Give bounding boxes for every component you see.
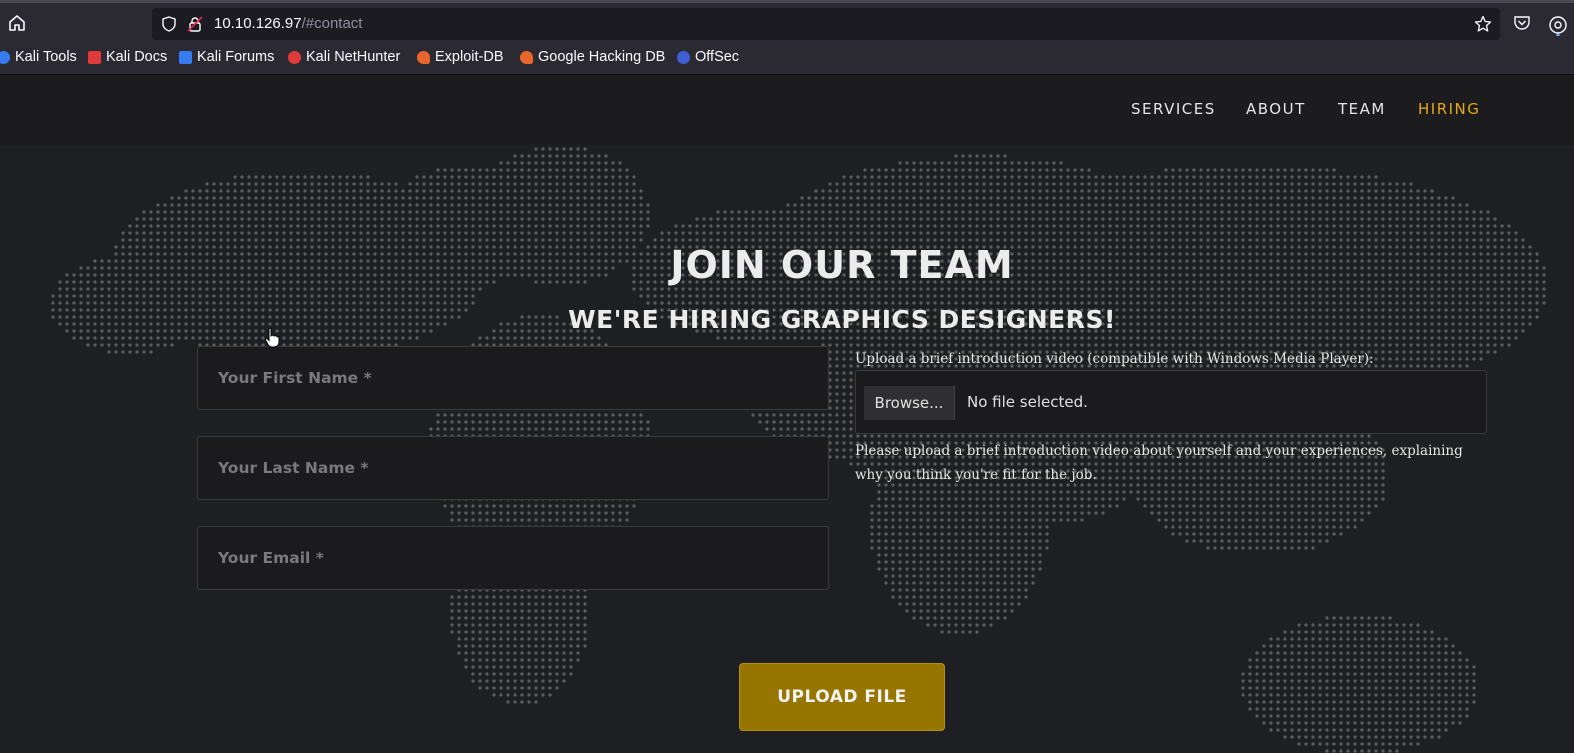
nav-hiring[interactable]: HIRING xyxy=(1418,100,1480,118)
lock-insecure-icon[interactable] xyxy=(187,16,203,36)
upload-label: Upload a brief introduction video (compa… xyxy=(855,351,1374,367)
last-name-field[interactable] xyxy=(197,436,829,500)
shield-icon[interactable] xyxy=(161,16,177,36)
hand-cursor-icon xyxy=(264,327,280,348)
site-navbar: SERVICES ABOUT TEAM HIRING xyxy=(0,75,1574,145)
nav-team[interactable]: TEAM xyxy=(1338,100,1386,118)
offsec-icon xyxy=(677,50,690,64)
url-text[interactable]: 10.10.126.97/#contact xyxy=(214,15,362,32)
bookmarks-bar: Kali Tools Kali Docs Kali Forums Kali Ne… xyxy=(0,42,1574,75)
bookmark-google-hacking-db[interactable]: Google Hacking DB xyxy=(520,49,665,65)
pocket-icon[interactable] xyxy=(1513,14,1531,36)
upload-file-button[interactable]: UPLOAD FILE xyxy=(739,663,945,731)
kali-nethunter-icon xyxy=(288,50,301,64)
kali-docs-icon xyxy=(88,50,101,64)
web-page: SERVICES ABOUT TEAM HIRING JOIN OUR TEAM… xyxy=(0,75,1574,753)
email-field[interactable] xyxy=(197,526,829,590)
bookmark-kali-nethunter[interactable]: Kali NetHunter xyxy=(288,49,400,65)
bookmark-kali-forums[interactable]: Kali Forums xyxy=(179,49,274,65)
page-subtitle: WE'RE HIRING GRAPHICS DESIGNERS! xyxy=(568,305,1116,334)
first-name-input[interactable] xyxy=(198,347,828,409)
bookmark-exploit-db[interactable]: Exploit-DB xyxy=(417,49,504,65)
first-name-field[interactable] xyxy=(197,346,829,410)
exploit-db-icon xyxy=(417,50,430,64)
bookmark-star-icon[interactable] xyxy=(1474,15,1492,37)
browse-button[interactable]: Browse... xyxy=(864,386,955,420)
upload-help-text: Please upload a brief introduction video… xyxy=(855,443,1463,483)
file-status-text: No file selected. xyxy=(967,393,1088,411)
kali-forums-icon xyxy=(179,50,192,64)
email-input[interactable] xyxy=(198,527,828,589)
kali-tools-icon xyxy=(0,50,10,64)
bookmark-kali-docs[interactable]: Kali Docs xyxy=(88,49,167,65)
bookmark-kali-tools[interactable]: Kali Tools xyxy=(0,49,77,65)
address-bar[interactable]: 10.10.126.97/#contact xyxy=(152,8,1500,40)
home-icon[interactable] xyxy=(6,12,28,34)
extension-icon[interactable] xyxy=(1547,14,1569,40)
nav-services[interactable]: SERVICES xyxy=(1131,100,1216,118)
file-input[interactable]: Browse... No file selected. xyxy=(855,370,1487,434)
last-name-input[interactable] xyxy=(198,437,828,499)
browser-toolbar: 10.10.126.97/#contact xyxy=(0,0,1574,42)
bookmark-offsec[interactable]: OffSec xyxy=(677,49,739,65)
ghdb-icon xyxy=(520,50,533,64)
nav-about[interactable]: ABOUT xyxy=(1246,100,1306,118)
page-title: JOIN OUR TEAM xyxy=(670,243,1014,287)
